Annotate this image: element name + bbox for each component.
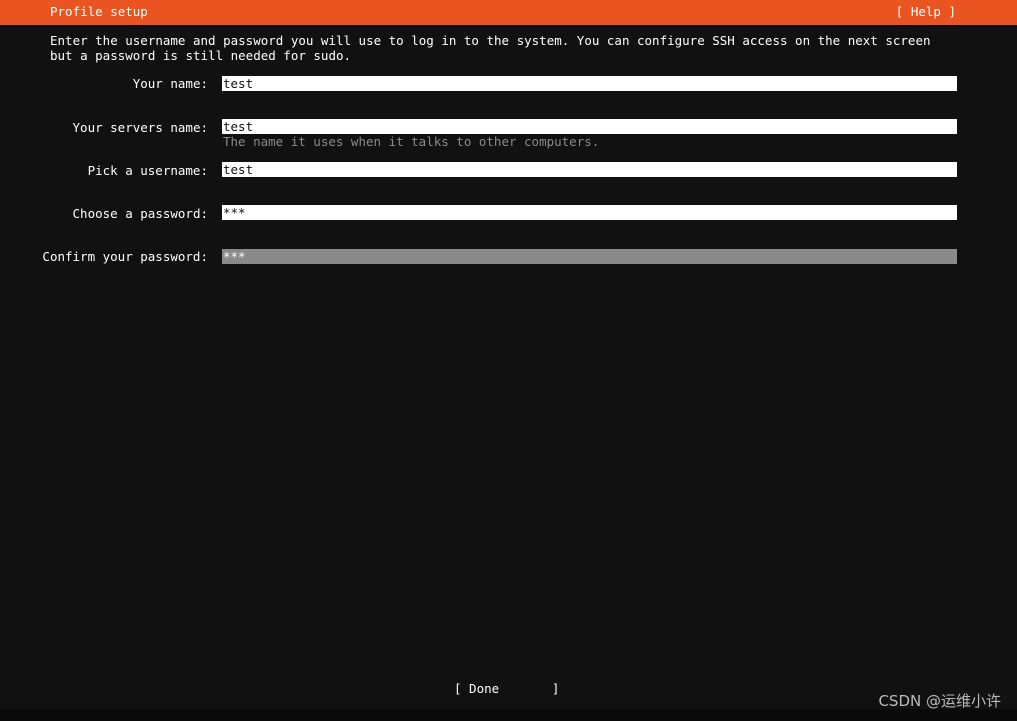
your-name-label: Your name: <box>132 76 208 91</box>
bottom-bar <box>0 709 1017 721</box>
servers-name-input[interactable] <box>222 119 957 134</box>
servers-name-help: The name it uses when it talks to other … <box>223 134 600 149</box>
help-button[interactable]: [ Help ] <box>896 4 956 19</box>
username-input[interactable] <box>222 162 957 177</box>
confirm-password-input[interactable] <box>222 249 957 264</box>
servers-name-label: Your servers name: <box>72 120 208 135</box>
header-bar: Profile setup [ Help ] <box>0 0 1017 25</box>
password-input[interactable] <box>222 205 957 220</box>
username-label: Pick a username: <box>87 163 208 178</box>
watermark: CSDN @运维小许 <box>878 692 1001 710</box>
your-name-input[interactable] <box>222 76 957 91</box>
confirm-password-label: Confirm your password: <box>42 249 208 264</box>
intro-text: Enter the username and password you will… <box>50 33 931 63</box>
done-button[interactable]: [ Done ] <box>454 681 559 696</box>
screen-title: Profile setup <box>50 4 148 19</box>
password-label: Choose a password: <box>72 206 208 221</box>
